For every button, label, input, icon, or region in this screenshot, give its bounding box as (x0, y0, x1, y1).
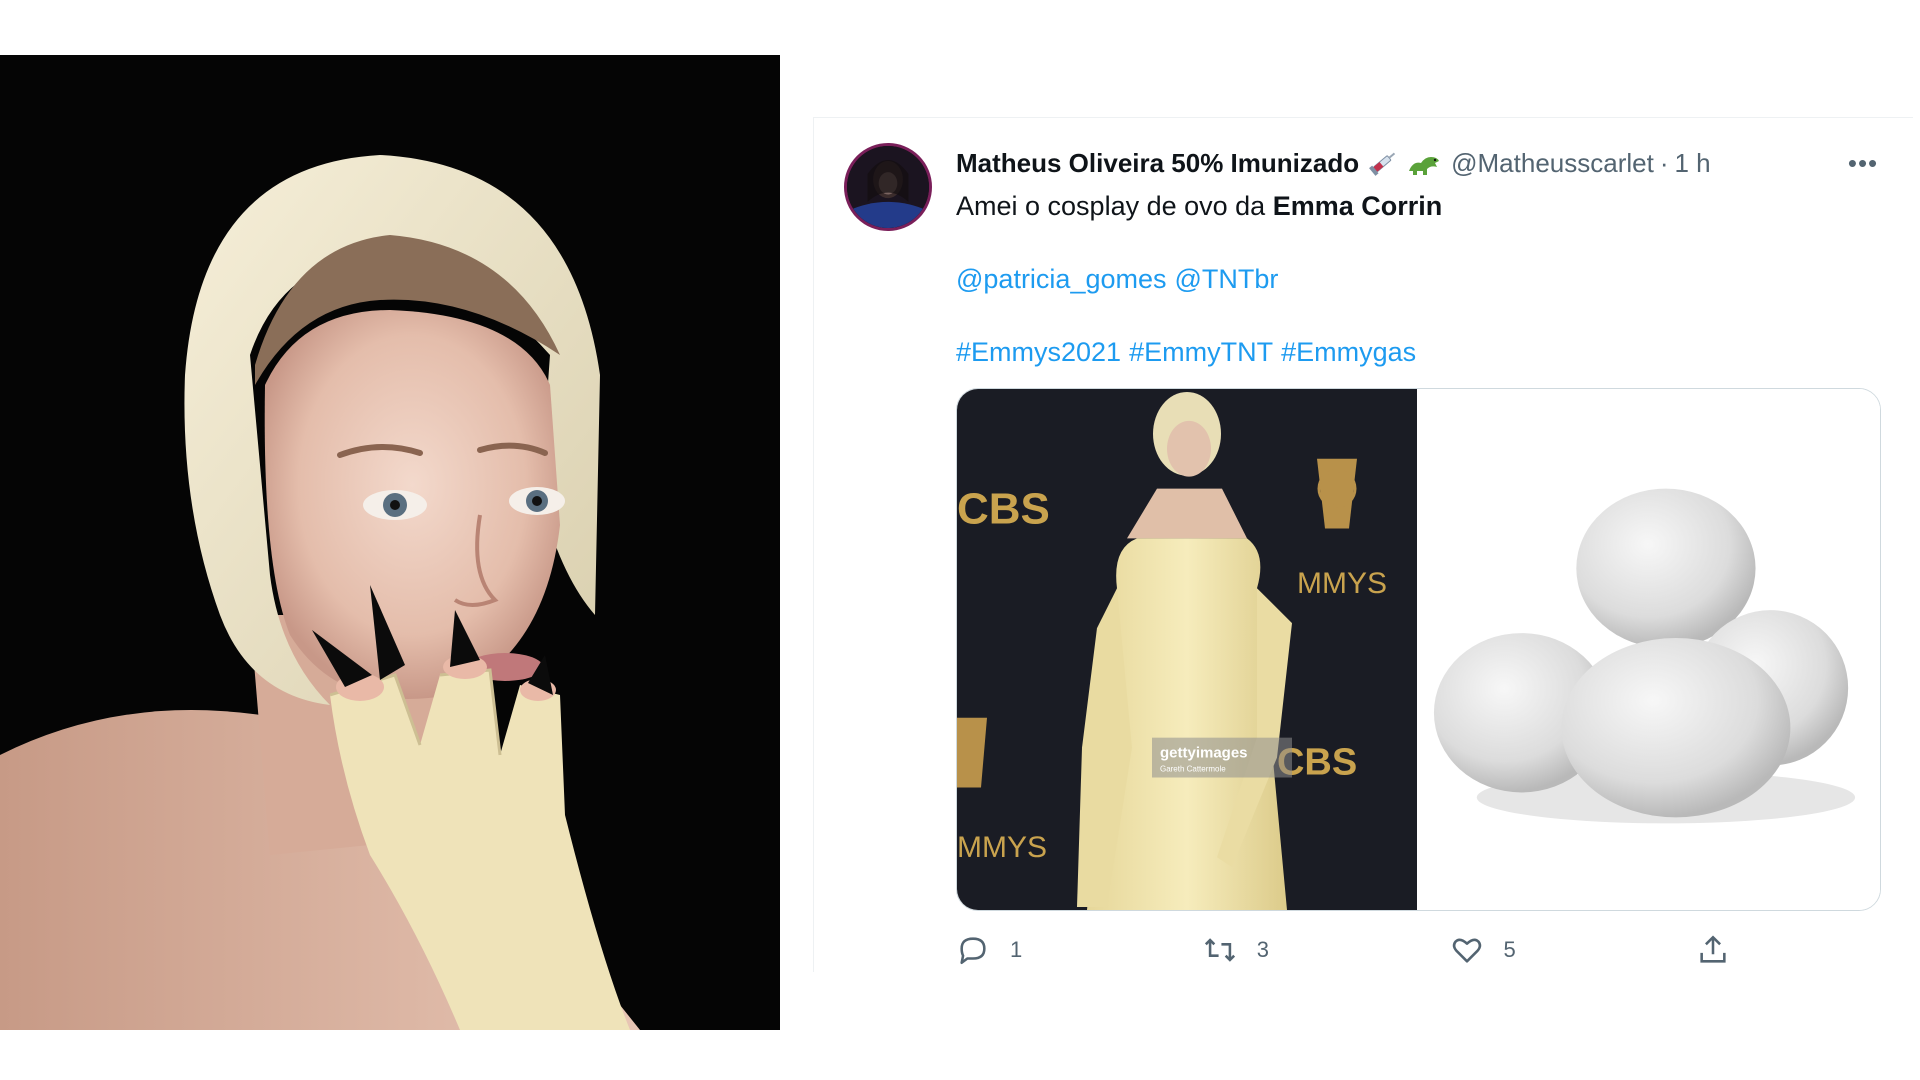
retweet-button[interactable]: 3 (1203, 930, 1450, 970)
tweet-text-line: Amei o cosplay de ovo da Emma Corrin (956, 188, 1883, 224)
display-name[interactable]: Matheus Oliveira 50% Imunizado (956, 148, 1359, 179)
tweet-body: Amei o cosplay de ovo da Emma Corrin @pa… (956, 188, 1883, 370)
retweet-count: 3 (1256, 937, 1270, 962)
reply-count: 1 (1010, 937, 1023, 962)
egg-shape (1561, 638, 1791, 818)
reply-icon (960, 937, 986, 965)
reply-button[interactable]: 1 (956, 930, 1203, 970)
hashtags: #Emmys2021 #EmmyTNT #Emmygas (956, 334, 1883, 370)
hashtag-emmygas[interactable]: #Emmygas (1281, 337, 1416, 367)
avatar[interactable] (844, 143, 932, 231)
tweet-text: Amei o cosplay de ovo da (956, 191, 1273, 221)
syringe-icon (1367, 149, 1399, 177)
media-image-eggs[interactable] (1417, 389, 1880, 910)
more-options-button[interactable]: ••• (1843, 143, 1883, 183)
mention-tntbr[interactable]: @TNTbr (1175, 264, 1279, 294)
timestamp[interactable]: 1 h (1675, 148, 1711, 179)
heart-icon (1452, 938, 1481, 963)
getty-credit: Gareth Cattermole (1160, 765, 1226, 774)
getty-watermark: gettyimages (1160, 745, 1248, 762)
tweet-actions: 1 3 5 (956, 930, 1756, 970)
username[interactable]: @Matheusscarlet (1451, 148, 1654, 179)
tweet-text-bold: Emma Corrin (1272, 191, 1443, 221)
share-button[interactable] (1696, 930, 1756, 970)
emmys-text-2: MMYS (957, 831, 1047, 864)
cbs-logo-text: CBS (957, 485, 1050, 534)
hashtag-emmytnt[interactable]: #EmmyTNT (1129, 337, 1273, 367)
dinosaur-icon (1407, 149, 1441, 177)
emmys-text: MMYS (1297, 567, 1387, 600)
tweet-media[interactable]: CBS CBS MMYS MMYS gettyimages Gareth Cat… (956, 388, 1881, 911)
tweet-card: Matheus Oliveira 50% Imunizado @Matheuss… (813, 117, 1913, 972)
mentions: @patricia_gomes @TNTbr (956, 261, 1883, 297)
like-count: 5 (1503, 937, 1516, 962)
portrait-photo (0, 55, 780, 1030)
media-image-red-carpet[interactable]: CBS CBS MMYS MMYS gettyimages Gareth Cat… (957, 389, 1417, 910)
share-icon (1700, 935, 1726, 963)
separator-dot: · (1659, 147, 1669, 178)
collage: Matheus Oliveira 50% Imunizado @Matheuss… (0, 0, 1920, 1080)
retweet-icon (1204, 938, 1235, 962)
mention-patricia-gomes[interactable]: @patricia_gomes (956, 264, 1167, 294)
hashtag-emmys2021[interactable]: #Emmys2021 (956, 337, 1121, 367)
like-button[interactable]: 5 (1450, 930, 1697, 970)
tweet-header: Matheus Oliveira 50% Imunizado @Matheuss… (956, 143, 1883, 183)
